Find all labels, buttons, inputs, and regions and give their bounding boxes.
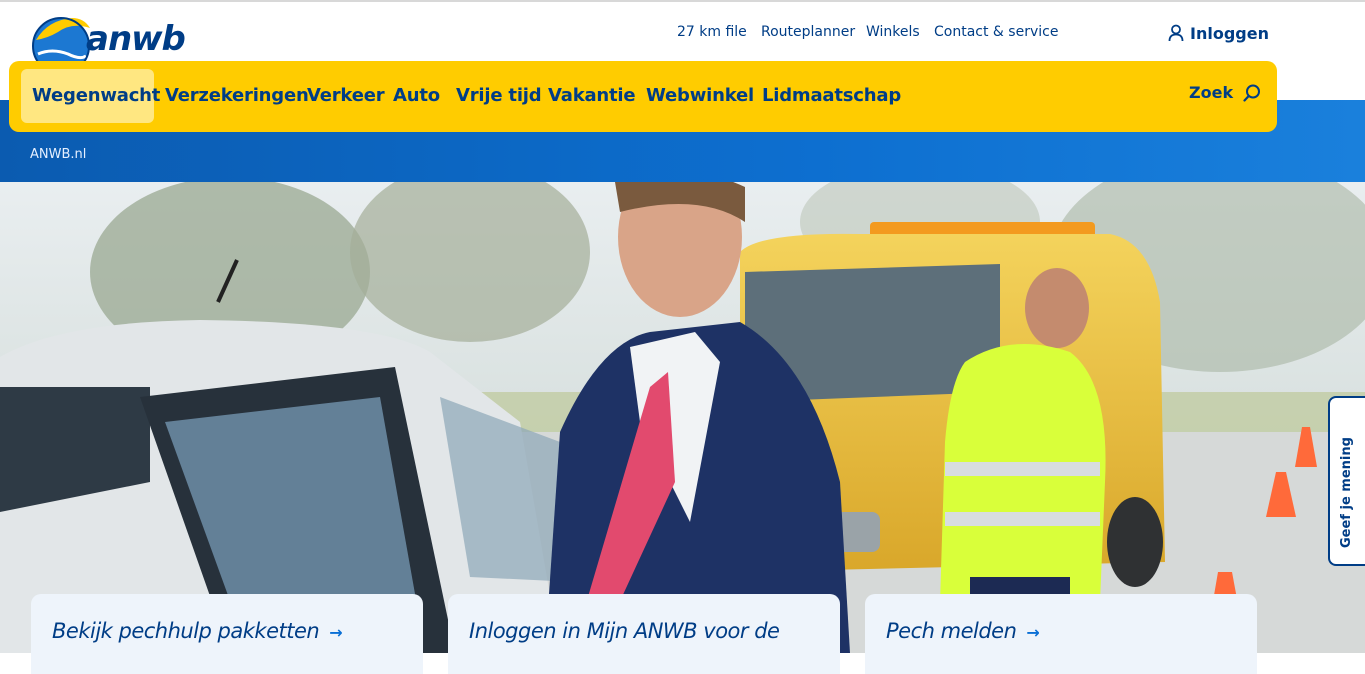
login-button[interactable]: Inloggen xyxy=(1168,22,1269,44)
nav-item-vrije-tijd[interactable]: Vrije tijd xyxy=(456,85,542,106)
contact-service-link[interactable]: Contact & service xyxy=(934,24,1058,40)
card-pechhulp-pakketten[interactable]: Bekijk pechhulp pakketten → xyxy=(31,594,423,674)
user-icon xyxy=(1168,24,1184,42)
arrow-right-icon: → xyxy=(1026,623,1040,642)
card-title: Pech melden xyxy=(886,619,1017,643)
winkels-link[interactable]: Winkels xyxy=(866,24,920,40)
arrow-right-icon: → xyxy=(329,623,343,642)
card-pech-melden[interactable]: Pech melden → xyxy=(865,594,1257,674)
search-label: Zoek xyxy=(1189,83,1234,102)
feedback-tab[interactable]: Geef je mening xyxy=(1328,396,1365,566)
card-inloggen-mijn-anwb[interactable]: Inloggen in Mijn ANWB voor de xyxy=(448,594,840,674)
search-icon xyxy=(1243,84,1261,102)
search-button[interactable]: Zoek xyxy=(1189,83,1261,102)
hero-image xyxy=(0,182,1365,653)
logo-text: anwb xyxy=(86,19,186,59)
hero-illustration xyxy=(0,182,1365,653)
nav-item-verzekeringen[interactable]: Verzekeringen xyxy=(165,85,309,106)
nav-item-auto[interactable]: Auto xyxy=(393,85,440,106)
top-border xyxy=(0,0,1365,2)
login-label: Inloggen xyxy=(1190,23,1269,43)
routeplanner-link[interactable]: Routeplanner xyxy=(761,24,855,40)
card-title: Inloggen in Mijn ANWB voor de xyxy=(469,619,780,643)
card-title: Bekijk pechhulp pakketten xyxy=(52,619,320,643)
nav-item-verkeer[interactable]: Verkeer xyxy=(307,85,385,106)
nav-item-vakantie[interactable]: Vakantie xyxy=(548,85,636,106)
breadcrumb-home[interactable]: ANWB.nl xyxy=(30,147,86,162)
feedback-label: Geef je mening xyxy=(1339,437,1354,548)
traffic-link[interactable]: 27 km file xyxy=(677,24,747,40)
main-navigation: Wegenwacht Verzekeringen Verkeer Auto Vr… xyxy=(9,61,1277,132)
nav-item-lidmaatschap[interactable]: Lidmaatschap xyxy=(762,85,901,106)
nav-item-wegenwacht[interactable]: Wegenwacht xyxy=(32,85,160,106)
nav-item-webwinkel[interactable]: Webwinkel xyxy=(646,85,754,106)
